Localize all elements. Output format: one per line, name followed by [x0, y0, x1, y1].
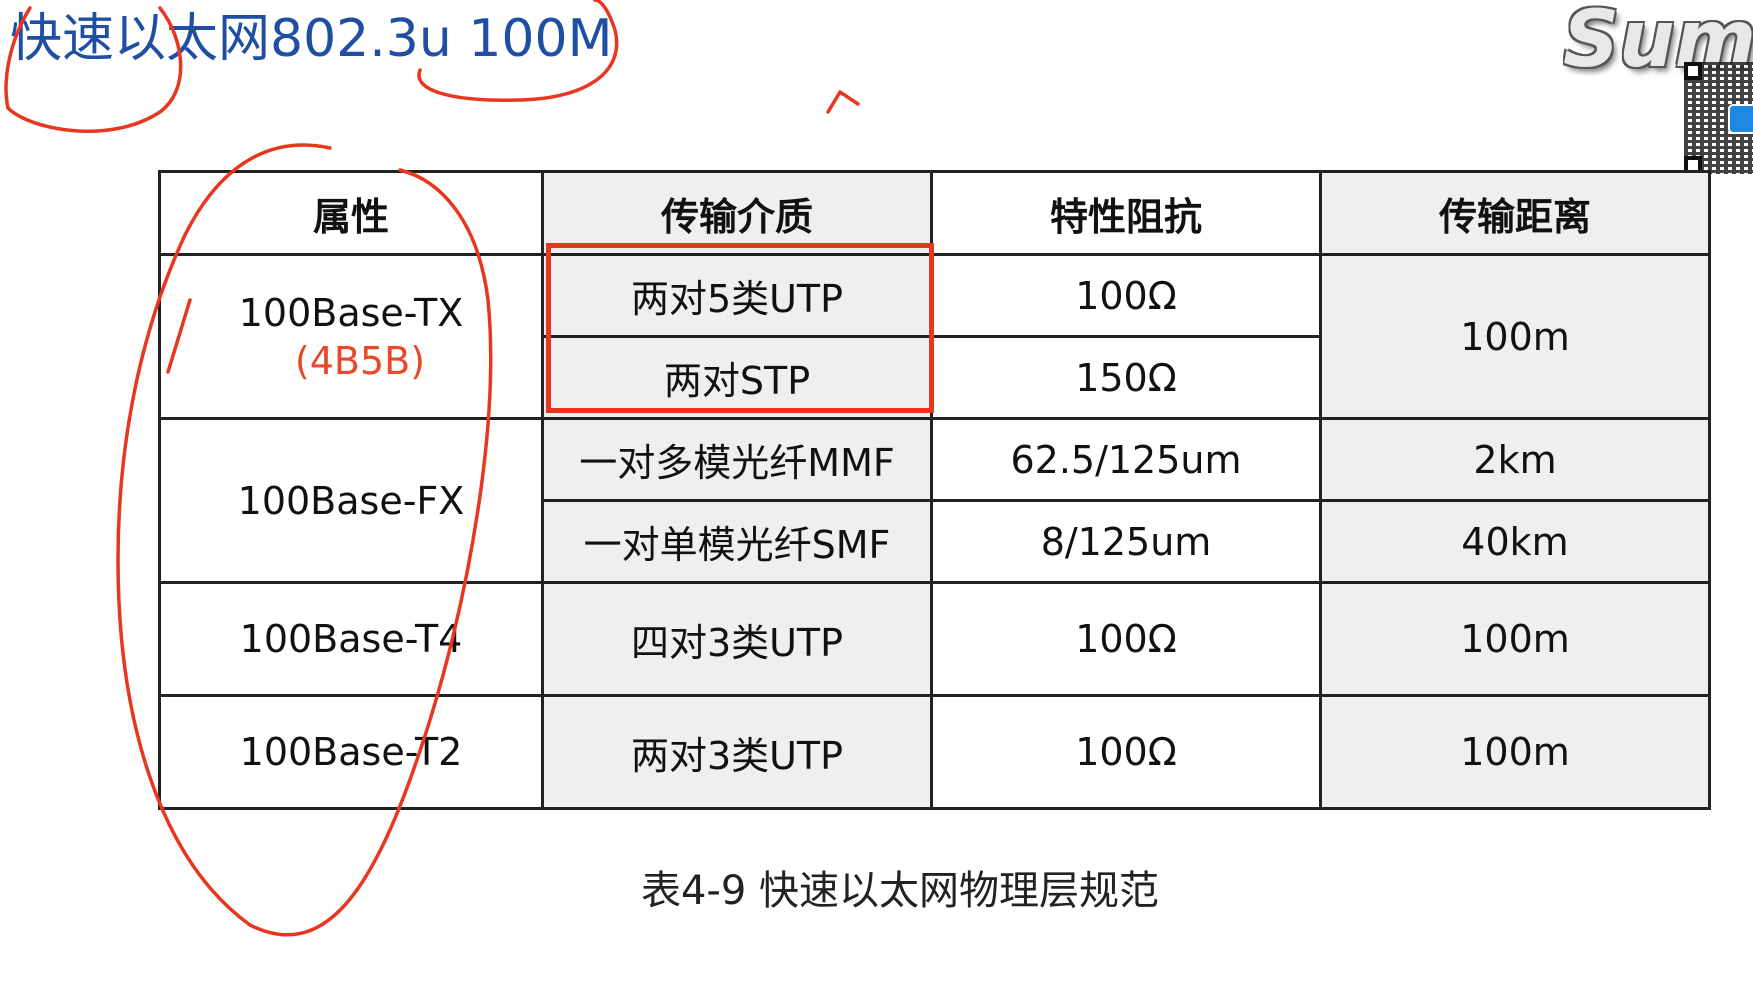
impedance-cell: 100Ω: [930, 253, 1322, 338]
medium-cell: 四对3类UTP: [541, 581, 933, 697]
attribute-label: 100Base-TX: [238, 290, 464, 335]
impedance-cell: 100Ω: [930, 581, 1322, 697]
impedance-cell: 150Ω: [930, 335, 1322, 420]
header-attribute: 属性: [158, 170, 544, 256]
header-distance: 传输距离: [1319, 170, 1711, 256]
table-caption: 表4-9 快速以太网物理层规范: [640, 868, 1160, 914]
attribute-cell: 100Base-T4: [158, 581, 544, 697]
medium-cell: 一对单模光纤SMF: [541, 499, 933, 584]
distance-cell: 2km: [1319, 417, 1711, 502]
impedance-cell: 100Ω: [930, 694, 1322, 810]
qr-badge-icon: [1728, 104, 1753, 134]
impedance-cell: 62.5/125um: [930, 417, 1322, 502]
attribute-cell: 100Base-FX: [158, 417, 544, 584]
table-header-row: 属性 传输介质 特性阻抗 传输距离: [158, 170, 1711, 256]
encoding-note: (4B5B): [294, 338, 426, 383]
table-row: 100Base-FX 一对多模光纤MMF 62.5/125um 2km: [158, 417, 1711, 584]
attribute-cell: 100Base-T2: [158, 694, 544, 810]
impedance-cell: 8/125um: [930, 499, 1322, 584]
table-row: 100Base-T2 两对3类UTP 100Ω 100m: [158, 694, 1711, 810]
qr-corner-marker: [1684, 62, 1702, 80]
distance-cell: 40km: [1319, 499, 1711, 584]
medium-cell: 两对STP: [541, 335, 933, 420]
medium-cell: 一对多模光纤MMF: [541, 417, 933, 502]
medium-cell: 两对5类UTP: [541, 253, 933, 338]
medium-cell: 两对3类UTP: [541, 694, 933, 810]
attribute-cell: 100Base-TX (4B5B): [158, 253, 544, 420]
table-row: 100Base-T4 四对3类UTP 100Ω 100m: [158, 581, 1711, 697]
distance-cell: 100m: [1319, 253, 1711, 420]
table-row: 100Base-TX (4B5B) 两对5类UTP 100Ω 100m: [158, 253, 1711, 420]
ink-caret: [826, 90, 860, 114]
physical-layer-spec-table: 属性 传输介质 特性阻抗 传输距离 100Base-TX (4B5B) 两对5类…: [158, 170, 1711, 810]
distance-cell: 100m: [1319, 581, 1711, 697]
header-medium: 传输介质: [541, 170, 933, 256]
header-impedance: 特性阻抗: [930, 170, 1322, 256]
slide-title: 快速以太网802.3u 100M: [10, 9, 613, 69]
distance-cell: 100m: [1319, 694, 1711, 810]
